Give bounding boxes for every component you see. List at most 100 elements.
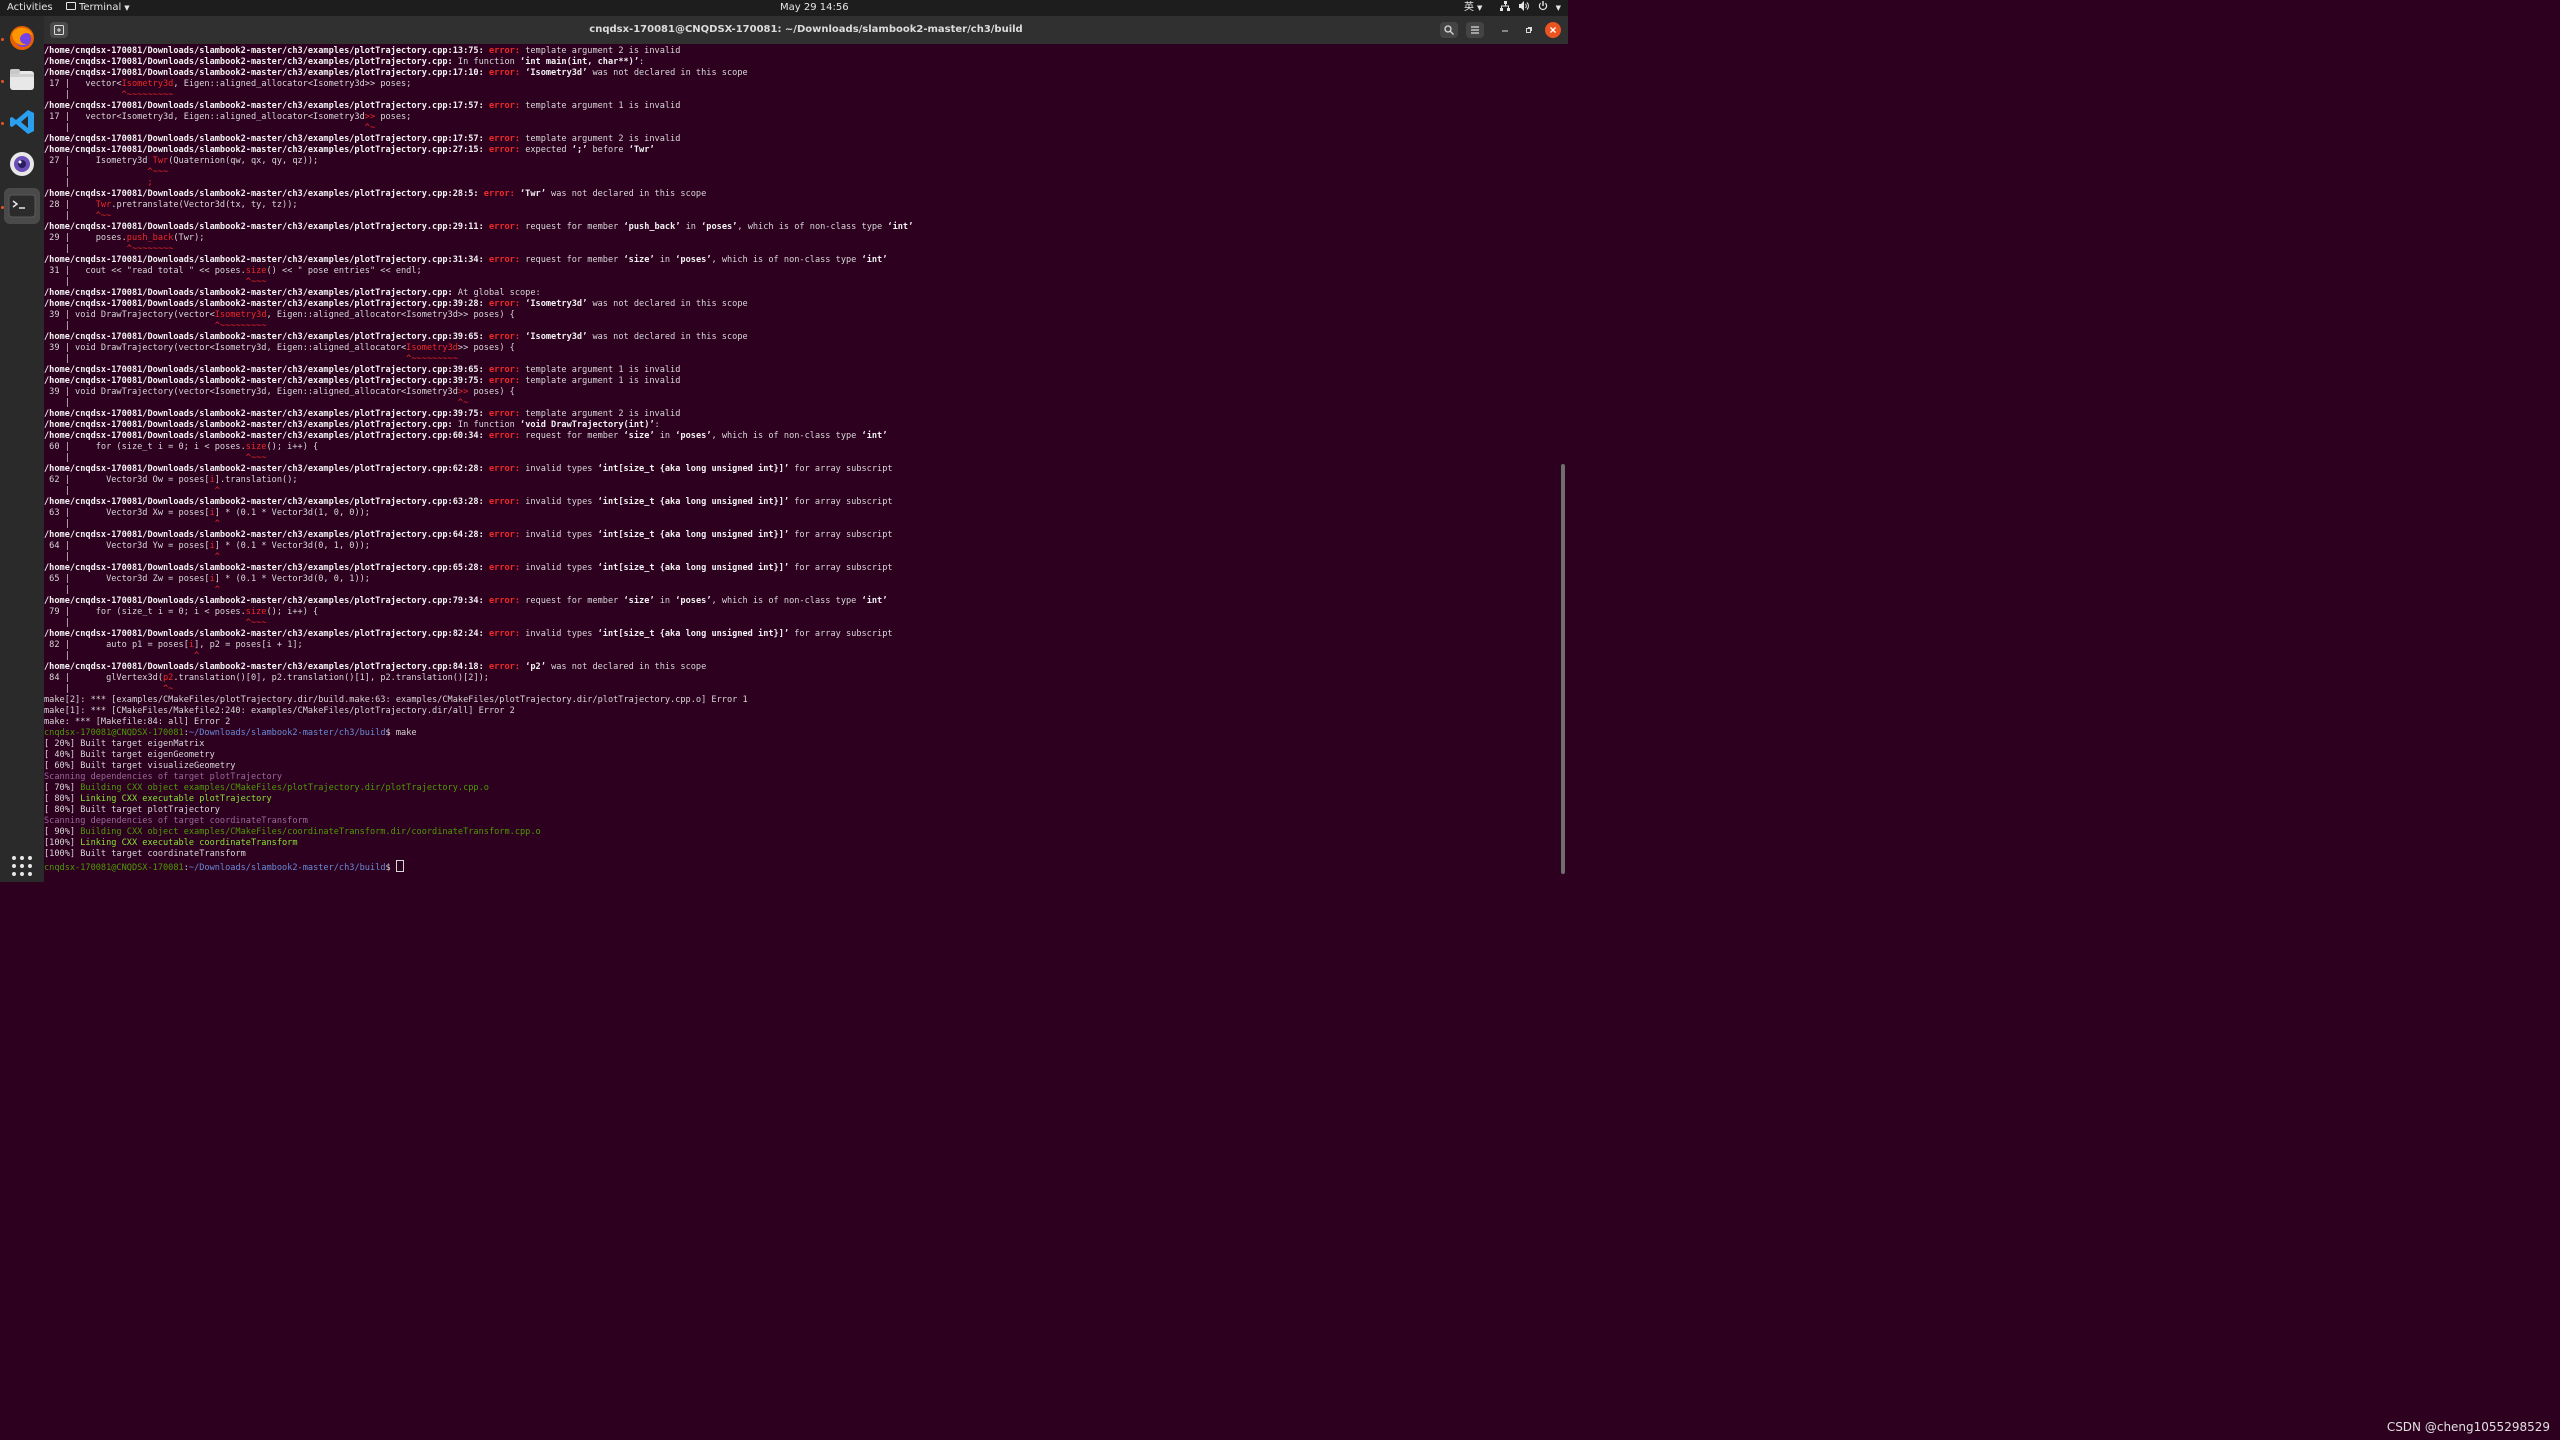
scrollbar[interactable] bbox=[1561, 464, 1565, 874]
terminal-text: error: bbox=[483, 189, 520, 199]
volume-icon bbox=[1519, 1, 1530, 11]
terminal-text: error: bbox=[488, 299, 526, 309]
dock-item-vscode[interactable] bbox=[4, 104, 40, 140]
terminal-text: for array subscript bbox=[789, 563, 893, 573]
terminal-line: Scanning dependencies of target coordina… bbox=[44, 816, 913, 827]
terminal-line: /home/cnqdsx-170081/Downloads/slambook2-… bbox=[44, 222, 913, 233]
terminal-text: , Eigen::aligned_allocator<Isometry3d>> … bbox=[173, 79, 412, 89]
terminal-text: error: bbox=[488, 596, 526, 606]
system-menu[interactable]: ▼ bbox=[1500, 0, 1561, 16]
terminal-text: ‘Isometry3d’ bbox=[525, 332, 588, 342]
terminal-text: error: bbox=[488, 145, 526, 155]
terminal-text: make[1]: *** [CMakeFiles/Makefile2:240: … bbox=[44, 706, 515, 716]
terminal-text: 64 | Vector3d Yw = poses[ bbox=[44, 541, 210, 551]
terminal-text: 39 | void DrawTrajectory(vector<Isometry… bbox=[44, 387, 458, 397]
maximize-button[interactable] bbox=[1520, 22, 1538, 38]
terminal-text: | bbox=[44, 321, 215, 331]
terminal-text: In function bbox=[452, 57, 521, 67]
terminal-text: template argument 2 is invalid bbox=[525, 134, 681, 144]
terminal-line: /home/cnqdsx-170081/Downloads/slambook2-… bbox=[44, 596, 913, 607]
hamburger-menu-button[interactable] bbox=[1466, 22, 1484, 38]
terminal-text: Isometry3d bbox=[214, 310, 267, 320]
minimize-button[interactable] bbox=[1496, 22, 1514, 38]
terminal-text: $ bbox=[385, 863, 396, 873]
terminal-text: ^~~ bbox=[95, 211, 112, 221]
terminal-text: /home/cnqdsx-170081/Downloads/slambook2-… bbox=[44, 145, 489, 155]
terminal-text: poses) { bbox=[468, 387, 515, 397]
terminal-text: error: bbox=[488, 365, 526, 375]
terminal-text: before bbox=[587, 145, 629, 155]
input-method-indicator[interactable]: 英 ▼ bbox=[1464, 0, 1482, 16]
terminal-text: /home/cnqdsx-170081/Downloads/slambook2-… bbox=[44, 662, 489, 672]
terminal-text: /home/cnqdsx-170081/Downloads/slambook2-… bbox=[44, 189, 484, 199]
terminal-text: /home/cnqdsx-170081/Downloads/slambook2-… bbox=[44, 596, 489, 606]
terminal-line: cnqdsx-170081@CNQDSX-170081:~/Downloads/… bbox=[44, 728, 913, 739]
dock-item-files[interactable] bbox=[4, 62, 40, 98]
terminal-text: ^ bbox=[214, 552, 220, 562]
activities-button[interactable]: Activities bbox=[7, 0, 53, 16]
clock[interactable]: May 29 14:56 bbox=[780, 0, 849, 16]
show-applications-button[interactable] bbox=[4, 848, 40, 884]
terminal-line: [100%] Built target coordinateTransform bbox=[44, 849, 913, 860]
hamburger-menu-icon bbox=[1471, 26, 1479, 34]
terminal-text: 29 | poses. bbox=[44, 233, 127, 243]
search-button[interactable] bbox=[1440, 22, 1458, 38]
terminal-view[interactable]: /home/cnqdsx-170081/Downloads/slambook2-… bbox=[44, 44, 1568, 882]
terminal-line: /home/cnqdsx-170081/Downloads/slambook2-… bbox=[44, 145, 913, 156]
terminal-text: /home/cnqdsx-170081/Downloads/slambook2-… bbox=[44, 255, 489, 265]
terminal-text: for array subscript bbox=[789, 497, 893, 507]
terminal-text: ^~ bbox=[364, 123, 376, 133]
watermark: CSDN @cheng1055298529 bbox=[2386, 1420, 2550, 1434]
terminal-text: [100%] Built target coordinateTransform bbox=[44, 849, 246, 859]
terminal-text: (); i++) { bbox=[266, 607, 319, 617]
terminal-line: /home/cnqdsx-170081/Downloads/slambook2-… bbox=[44, 409, 913, 420]
terminal-line: 27 | Isometry3d Twr(Quaternion(qw, qx, q… bbox=[44, 156, 913, 167]
terminal-line: /home/cnqdsx-170081/Downloads/slambook2-… bbox=[44, 464, 913, 475]
terminal-text: [ 80%] Built target plotTrajectory bbox=[44, 805, 220, 815]
terminal-small-icon bbox=[66, 2, 76, 10]
terminal-text: ‘p2’ bbox=[525, 662, 546, 672]
terminal-text: | bbox=[44, 552, 215, 562]
terminal-text: | bbox=[44, 519, 215, 529]
terminal-text: error: bbox=[488, 222, 526, 232]
terminal-line: | ^~~~ bbox=[44, 453, 913, 464]
window-title-bar[interactable]: cnqdsx-170081@CNQDSX-170081: ~/Downloads… bbox=[44, 16, 1568, 44]
camera-icon bbox=[10, 152, 34, 176]
terminal-text: /home/cnqdsx-170081/Downloads/slambook2-… bbox=[44, 299, 489, 309]
chevron-down-icon: ▼ bbox=[124, 4, 130, 12]
terminal-text: error: bbox=[488, 431, 526, 441]
terminal-text: error: bbox=[488, 530, 526, 540]
terminal-text: Scanning dependencies of target coordina… bbox=[44, 816, 308, 826]
terminal-text: /home/cnqdsx-170081/Downloads/slambook2-… bbox=[44, 420, 453, 430]
terminal-line: [ 20%] Built target eigenMatrix bbox=[44, 739, 913, 750]
power-icon bbox=[1539, 1, 1548, 10]
terminal-text: invalid types bbox=[525, 530, 598, 540]
terminal-text: [ 90%] bbox=[44, 827, 81, 837]
terminal-text: | bbox=[44, 123, 365, 133]
terminal-text: ‘int main(int, char**)’ bbox=[520, 57, 640, 67]
terminal-text: /home/cnqdsx-170081/Downloads/slambook2-… bbox=[44, 134, 489, 144]
terminal-line: /home/cnqdsx-170081/Downloads/slambook2-… bbox=[44, 134, 913, 145]
terminal-text: Linking CXX executable coordinateTransfo… bbox=[80, 838, 298, 848]
terminal-line: | ^~~~~~~~~~ bbox=[44, 321, 913, 332]
terminal-text: in bbox=[654, 431, 676, 441]
app-menu-button[interactable]: Terminal ▼ bbox=[66, 0, 130, 16]
terminal-line: 65 | Vector3d Zw = poses[i] * (0.1 * Vec… bbox=[44, 574, 913, 585]
terminal-text: ‘poses’ bbox=[701, 222, 738, 232]
terminal-text: 62 | Vector3d Ow = poses[ bbox=[44, 475, 210, 485]
terminal-line: /home/cnqdsx-170081/Downloads/slambook2-… bbox=[44, 420, 913, 431]
terminal-text: >> poses) { bbox=[457, 343, 515, 353]
dock-item-terminal[interactable] bbox=[4, 188, 40, 224]
dock-item-firefox[interactable] bbox=[4, 20, 40, 56]
terminal-text: /home/cnqdsx-170081/Downloads/slambook2-… bbox=[44, 68, 489, 78]
dock-item-camera[interactable] bbox=[4, 146, 40, 182]
terminal-text: template argument 1 is invalid bbox=[525, 376, 681, 386]
close-button[interactable] bbox=[1545, 22, 1561, 38]
terminal-text: [ 40%] Built target eigenGeometry bbox=[44, 750, 215, 760]
terminal-line: 64 | Vector3d Yw = poses[i] * (0.1 * Vec… bbox=[44, 541, 913, 552]
terminal-text: request for member bbox=[525, 596, 624, 606]
terminal-text: error: bbox=[488, 409, 526, 419]
terminal-text: make[2]: *** [examples/CMakeFiles/plotTr… bbox=[44, 695, 748, 705]
terminal-text: ^~~~~~~~~~ bbox=[121, 90, 174, 100]
terminal-text: 17 | vector< bbox=[44, 79, 122, 89]
